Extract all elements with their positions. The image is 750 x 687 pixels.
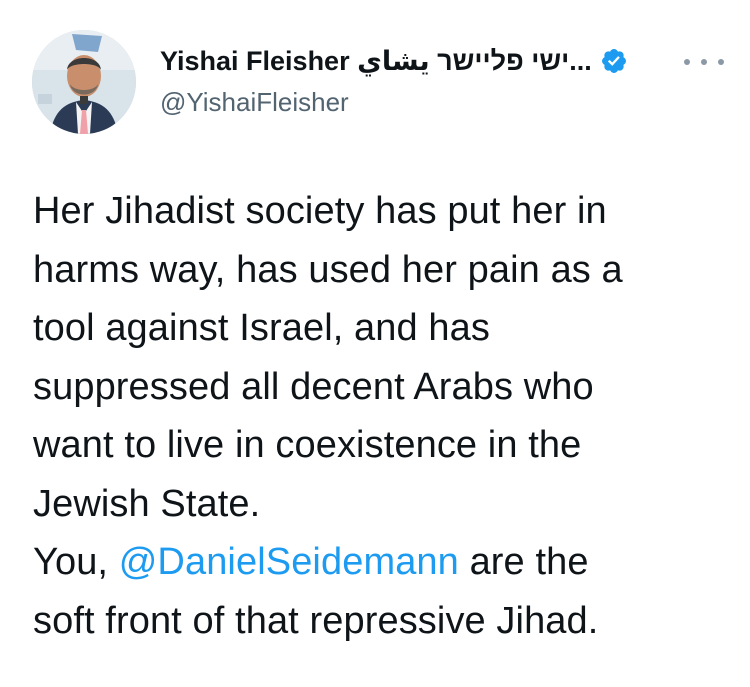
tweet-card: Yishai Fleisher ישי פליישר يشاي... @Yish… — [0, 0, 750, 687]
more-options-icon[interactable] — [684, 50, 724, 74]
tweet-line: tool against Israel, and has — [33, 307, 490, 349]
avatar[interactable] — [32, 30, 136, 134]
author-handle[interactable]: @YishaiFleisher — [160, 86, 349, 118]
tweet-line: harms way, has used her pain as a — [33, 248, 623, 291]
more-dot — [718, 59, 724, 65]
verified-badge-icon — [600, 47, 628, 75]
tweet-line: suppressed all decent Arabs who — [33, 365, 594, 408]
avatar-photo — [32, 30, 136, 134]
tweet-line: soft front of that repressive Jihad. — [33, 599, 599, 642]
reply-prefix: You, — [33, 541, 119, 583]
author-name-row[interactable]: Yishai Fleisher ישי פליישר يشاي... — [160, 44, 628, 78]
tweet-line: want to live in coexistence in the — [33, 424, 582, 466]
tweet-line: Jewish State. — [33, 482, 261, 525]
tweet-line: Her Jihadist society has put her in — [33, 190, 607, 232]
tweet-reply-line: You, @DanielSeidemann are the — [33, 533, 723, 592]
reply-suffix: are the — [458, 541, 589, 583]
tweet-text: Her Jihadist society has put her in harm… — [33, 182, 723, 650]
mention-link[interactable]: @DanielSeidemann — [119, 541, 459, 583]
more-dot — [684, 59, 690, 65]
more-dot — [701, 59, 707, 65]
author-display-name[interactable]: Yishai Fleisher ישי פליישר يشاي... — [160, 44, 592, 78]
